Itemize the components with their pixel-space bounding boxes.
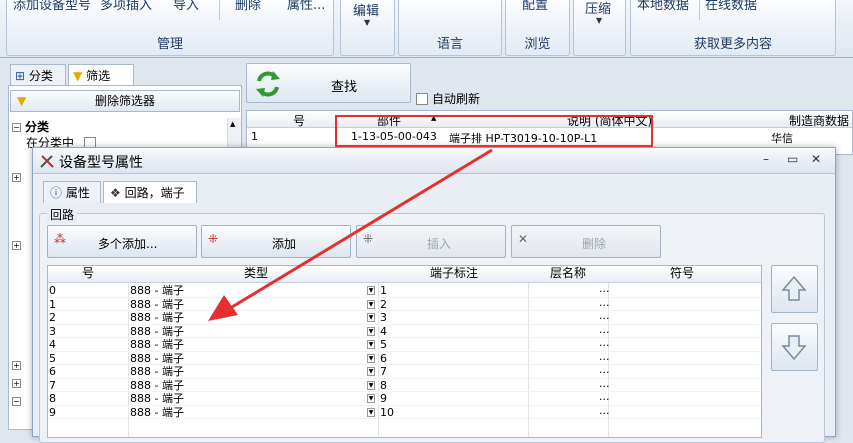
annotation-arrow [208, 148, 493, 321]
